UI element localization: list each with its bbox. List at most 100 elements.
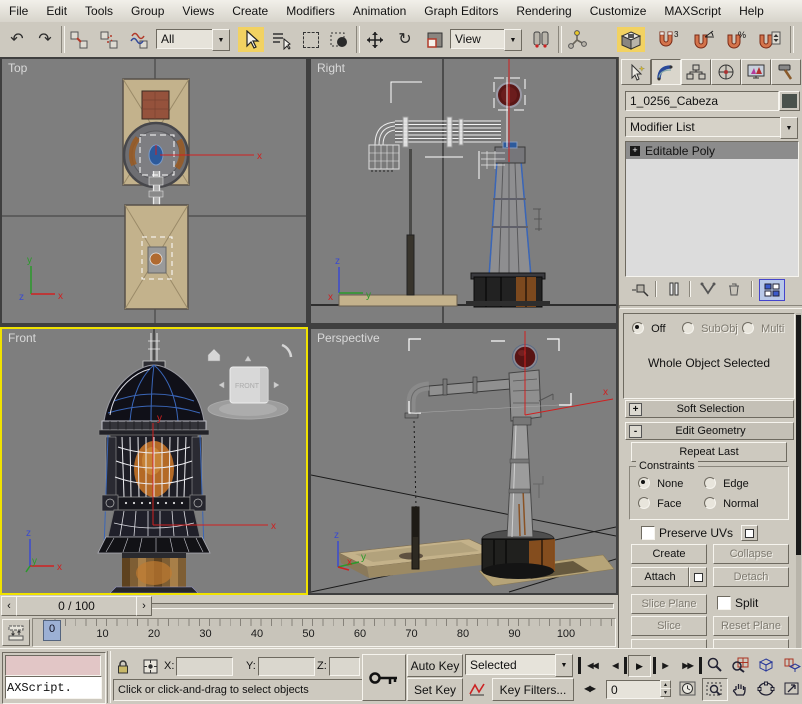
current-frame-field[interactable]: 0 bbox=[606, 680, 664, 699]
tab-motion[interactable] bbox=[711, 59, 741, 85]
modifier-list-dropdown-button[interactable]: ▼ bbox=[780, 117, 798, 139]
make-unique-button[interactable] bbox=[697, 279, 719, 299]
z-coordinate-field[interactable] bbox=[329, 657, 360, 676]
menu-file[interactable]: File bbox=[0, 1, 37, 22]
select-and-rotate-button[interactable]: ↻ bbox=[392, 27, 418, 52]
configure-modifier-sets-button[interactable] bbox=[759, 279, 785, 301]
tab-create[interactable] bbox=[621, 59, 651, 85]
zoom-button[interactable] bbox=[702, 654, 726, 675]
select-and-link-button[interactable] bbox=[66, 27, 92, 52]
undo-button[interactable]: ↶ bbox=[4, 27, 30, 52]
object-color-swatch[interactable] bbox=[779, 91, 800, 111]
expand-plus-icon[interactable]: + bbox=[630, 146, 640, 156]
menu-customize[interactable]: Customize bbox=[581, 1, 656, 22]
menu-maxscript[interactable]: MAXScript bbox=[655, 1, 730, 22]
arc-rotate-button[interactable] bbox=[754, 678, 778, 699]
rollout-edit-geometry[interactable]: - Edit Geometry bbox=[625, 422, 794, 440]
go-to-end-button[interactable]: ▶▶ bbox=[676, 657, 702, 674]
viewport-perspective-label[interactable]: Perspective bbox=[317, 331, 380, 345]
region-zoom-button[interactable] bbox=[702, 678, 728, 701]
viewport-right[interactable]: Right bbox=[311, 59, 616, 323]
pin-stack-button[interactable] bbox=[629, 279, 651, 299]
next-frame-arrow-button[interactable]: › bbox=[136, 596, 152, 616]
modifier-list-combo[interactable]: Modifier List ▼ bbox=[625, 117, 798, 137]
track-bar-ruler[interactable]: 0 10 20 30 40 50 60 70 80 90 100 0 bbox=[32, 618, 616, 647]
select-object-button[interactable] bbox=[238, 27, 264, 52]
constraint-face-radio[interactable]: Face bbox=[638, 497, 682, 510]
viewport-top[interactable]: Top bbox=[2, 59, 306, 323]
use-pivot-point-center-button[interactable] bbox=[528, 27, 554, 52]
repeat-last-button[interactable]: Repeat Last bbox=[631, 442, 787, 462]
radio-off-dot[interactable] bbox=[632, 322, 644, 334]
spinner-down-button[interactable]: ▼ bbox=[660, 688, 671, 697]
y-coordinate-field[interactable] bbox=[258, 657, 315, 676]
maxscript-listener-field[interactable]: AXScript. bbox=[5, 676, 102, 699]
rollout-soft-selection[interactable]: + Soft Selection bbox=[625, 400, 794, 418]
selection-set-combo[interactable]: Selected ▼ bbox=[465, 654, 573, 675]
set-keys-button[interactable] bbox=[362, 654, 406, 701]
rollout-collapse-icon[interactable]: - bbox=[629, 425, 642, 438]
viewport-top-label[interactable]: Top bbox=[8, 61, 27, 75]
key-mode-toggle-button[interactable]: ◀▶ bbox=[578, 680, 601, 697]
remove-modifier-button[interactable] bbox=[723, 279, 745, 299]
preserve-uvs-checkbox[interactable] bbox=[641, 526, 655, 540]
viewcube[interactable]: FRONT bbox=[208, 345, 291, 419]
constraint-edge-radio[interactable]: Edge bbox=[704, 477, 749, 490]
viewport-front-label[interactable]: Front bbox=[8, 331, 36, 345]
bind-to-space-warp-button[interactable] bbox=[126, 27, 152, 52]
constraint-edge-dot[interactable] bbox=[704, 477, 716, 489]
show-end-result-button[interactable] bbox=[663, 279, 685, 299]
go-to-start-button[interactable]: ◀◀ bbox=[578, 657, 604, 674]
time-configuration-button[interactable] bbox=[676, 680, 698, 697]
selection-set-dropdown-button[interactable]: ▼ bbox=[555, 654, 573, 677]
attach-settings-button[interactable] bbox=[689, 567, 707, 587]
select-and-scale-button[interactable] bbox=[422, 27, 448, 52]
play-button[interactable]: ▶ bbox=[628, 655, 651, 677]
select-and-move-button[interactable] bbox=[362, 27, 388, 52]
viewport-perspective[interactable]: Perspective bbox=[311, 329, 616, 593]
maxscript-macro-recorder-field[interactable] bbox=[5, 655, 101, 676]
default-tangents-button[interactable] bbox=[465, 678, 489, 699]
pan-button[interactable] bbox=[728, 678, 752, 699]
window-crossing-button[interactable] bbox=[326, 27, 352, 52]
previous-frame-arrow-button[interactable]: ‹ bbox=[1, 596, 17, 616]
spinner-snap-toggle-button[interactable] bbox=[754, 27, 784, 52]
reference-coordinate-dropdown-button[interactable]: ▼ bbox=[504, 29, 522, 51]
constraint-none-radio[interactable]: None bbox=[638, 477, 683, 490]
zoom-extents-button[interactable] bbox=[754, 654, 778, 675]
modifier-stack-list[interactable]: + Editable Poly bbox=[625, 141, 799, 277]
time-slider-track[interactable] bbox=[150, 603, 614, 609]
redo-button[interactable]: ↷ bbox=[32, 27, 58, 52]
menu-modifiers[interactable]: Modifiers bbox=[277, 1, 344, 22]
menu-rendering[interactable]: Rendering bbox=[507, 1, 580, 22]
panel-scrollbar[interactable] bbox=[796, 313, 801, 648]
min-max-toggle-button[interactable] bbox=[780, 678, 802, 699]
clipped-button[interactable] bbox=[713, 639, 789, 648]
zoom-extents-all-button[interactable] bbox=[780, 654, 802, 675]
tab-modify[interactable] bbox=[651, 59, 681, 85]
x-coordinate-field[interactable] bbox=[176, 657, 233, 676]
constraint-none-dot[interactable] bbox=[638, 477, 650, 489]
constraint-face-dot[interactable] bbox=[638, 497, 650, 509]
percent-snap-toggle-button[interactable]: % bbox=[722, 27, 752, 52]
snaps-toggle-button[interactable] bbox=[617, 27, 645, 52]
angle-snap-toggle-button[interactable] bbox=[688, 27, 718, 52]
object-name-field[interactable]: 1_0256_Cabeza bbox=[625, 91, 779, 111]
selection-filter-dropdown-button[interactable]: ▼ bbox=[212, 29, 230, 51]
set-key-button[interactable]: Set Key bbox=[407, 678, 463, 701]
menu-tools[interactable]: Tools bbox=[76, 1, 122, 22]
select-by-name-button[interactable] bbox=[268, 27, 294, 52]
menu-create[interactable]: Create bbox=[223, 1, 277, 22]
constraint-normal-radio[interactable]: Normal bbox=[704, 497, 759, 510]
split-checkbox[interactable] bbox=[717, 596, 731, 610]
panel-scrollbar-thumb[interactable] bbox=[796, 315, 801, 555]
time-slider-button[interactable]: 0 / 100 bbox=[16, 596, 137, 616]
menu-group[interactable]: Group bbox=[122, 1, 173, 22]
menu-graph-editors[interactable]: Graph Editors bbox=[415, 1, 507, 22]
key-filters-button[interactable]: Key Filters... bbox=[492, 678, 574, 701]
radio-off[interactable]: Off bbox=[632, 322, 666, 335]
viewport-right-label[interactable]: Right bbox=[317, 61, 345, 75]
menu-views[interactable]: Views bbox=[173, 1, 223, 22]
reference-coordinate-combo[interactable]: View ▼ bbox=[450, 29, 522, 49]
clipped-button[interactable] bbox=[631, 639, 707, 648]
